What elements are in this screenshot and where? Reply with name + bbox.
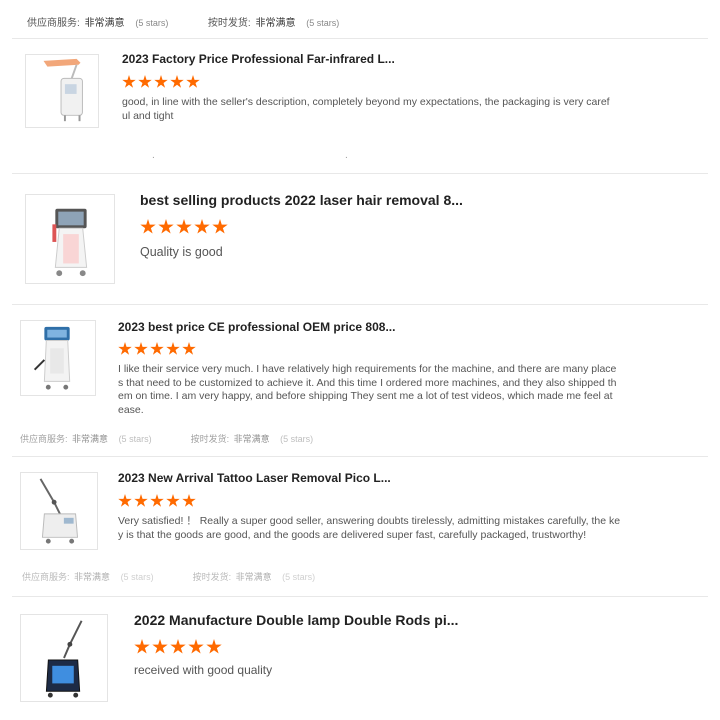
star-icon — [182, 494, 196, 507]
product-title[interactable]: 2023 New Arrival Tattoo Laser Removal Pi… — [118, 471, 391, 485]
rating-stars — [134, 639, 224, 655]
double-lamp-laser-icon — [45, 620, 83, 698]
star-icon — [150, 494, 164, 507]
divider — [12, 173, 708, 174]
supplier-service-value: 非常满意 — [72, 434, 109, 444]
faded-summary-dots: . — [152, 150, 155, 161]
product-thumbnail[interactable] — [20, 472, 98, 550]
star-icon — [188, 639, 204, 654]
star-icon — [134, 342, 148, 355]
star-icon — [206, 639, 222, 654]
star-icon — [170, 639, 186, 654]
divider — [12, 304, 708, 305]
product-title[interactable]: 2022 Manufacture Double lamp Double Rods… — [134, 612, 458, 628]
rating-summary-faded: 供应商服务: 非常满意 (5 stars) 按时发货: 非常满意 (5 star… — [20, 432, 313, 445]
supplier-service-value: 非常满意 — [74, 572, 111, 582]
laser-hair-removal-machine-icon — [52, 208, 88, 277]
supplier-service-note: (5 stars) — [135, 18, 169, 28]
star-icon — [122, 75, 136, 88]
product-title[interactable]: 2023 best price CE professional OEM pric… — [118, 320, 395, 334]
product-thumbnail[interactable] — [25, 54, 99, 128]
star-icon — [176, 219, 192, 234]
shipping-value: 非常满意 — [235, 572, 272, 582]
shipping-note: (5 stars) — [306, 18, 340, 28]
star-icon — [154, 75, 168, 88]
product-thumbnail[interactable] — [20, 320, 96, 396]
star-icon — [170, 75, 184, 88]
review-text: Very satisfied! ！ Really a super good se… — [118, 515, 621, 541]
rating-summary-top: 供应商服务: 非常满意 (5 stars) 按时发货: 非常满意 (5 star… — [27, 14, 339, 29]
supplier-service-value: 非常满意 — [84, 18, 125, 29]
shipping-label: 按时发货: — [207, 18, 251, 29]
divider — [12, 596, 708, 597]
shipping-value: 非常满意 — [255, 18, 296, 29]
rating-summary-faded: 供应商服务: 非常满意 (5 stars) 按时发货: 非常满意 (5 star… — [22, 570, 315, 583]
star-icon — [166, 342, 180, 355]
star-icon — [194, 219, 210, 234]
star-icon — [134, 639, 150, 654]
star-icon — [212, 219, 228, 234]
star-icon — [138, 75, 152, 88]
diode-laser-machine-icon — [33, 326, 71, 390]
star-icon — [118, 494, 132, 507]
rating-stars — [140, 219, 230, 235]
shipping-note: (5 stars) — [280, 434, 314, 444]
star-icon — [150, 342, 164, 355]
star-icon — [118, 342, 132, 355]
supplier-service-label: 供应商服务: — [20, 434, 68, 444]
divider — [12, 456, 708, 457]
rating-stars — [122, 75, 202, 89]
supplier-service-note: (5 stars) — [118, 434, 152, 444]
supplier-service-note: (5 stars) — [120, 572, 154, 582]
star-icon — [140, 219, 156, 234]
product-title[interactable]: 2023 Factory Price Professional Far-infr… — [122, 52, 395, 66]
star-icon — [166, 494, 180, 507]
shipping-label: 按时发货: — [190, 434, 230, 444]
product-thumbnail[interactable] — [20, 614, 108, 702]
laser-machine-tall-arm-icon — [43, 58, 83, 122]
star-icon — [186, 75, 200, 88]
product-thumbnail[interactable] — [25, 194, 115, 284]
supplier-service-label: 供应商服务: — [27, 18, 80, 29]
faded-summary-dots: . — [345, 150, 348, 161]
star-icon — [182, 342, 196, 355]
pico-laser-arm-icon — [39, 478, 79, 544]
review-text: Quality is good — [140, 245, 223, 259]
rating-stars — [118, 494, 198, 508]
supplier-service-label: 供应商服务: — [22, 572, 70, 582]
rating-stars — [118, 342, 198, 356]
review-text: I like their service very much. I have r… — [118, 363, 617, 416]
shipping-value: 非常满意 — [233, 434, 270, 444]
review-text: received with good quality — [134, 663, 273, 677]
divider — [12, 38, 708, 39]
star-icon — [134, 494, 148, 507]
star-icon — [158, 219, 174, 234]
product-title[interactable]: best selling products 2022 laser hair re… — [140, 192, 463, 208]
shipping-label: 按时发货: — [192, 572, 232, 582]
review-text: good, in line with the seller's descript… — [122, 96, 610, 122]
star-icon — [152, 639, 168, 654]
shipping-note: (5 stars) — [282, 572, 316, 582]
